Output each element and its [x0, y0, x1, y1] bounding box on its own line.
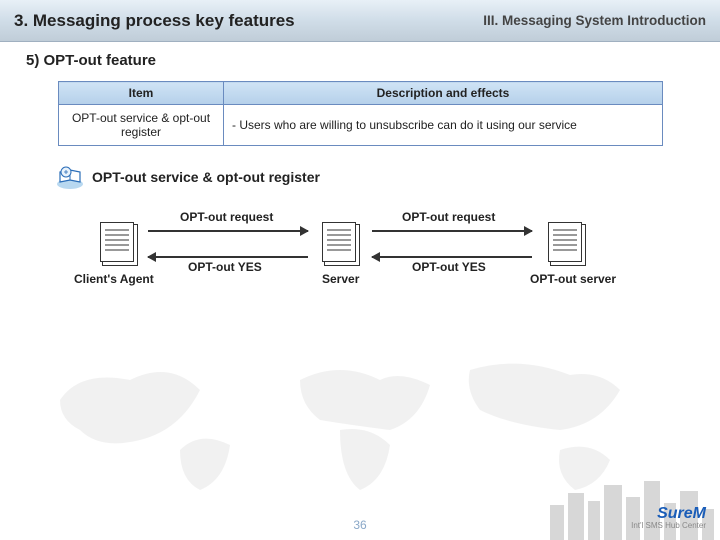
- document-icon: [548, 222, 582, 262]
- world-map-bg: [0, 330, 720, 520]
- node-optout-server: OPT-out server: [530, 272, 616, 286]
- document-icon: [100, 222, 134, 262]
- slide-header: 3. Messaging process key features III. M…: [0, 0, 720, 42]
- brand-name: SureM: [657, 505, 706, 522]
- section-heading-text: OPT-out service & opt-out register: [92, 169, 320, 185]
- node-server: Server: [322, 272, 359, 286]
- arrow-right-icon: [372, 230, 532, 232]
- title-left: 3. Messaging process key features: [14, 11, 295, 31]
- page-number: 36: [0, 518, 720, 532]
- table-header-desc: Description and effects: [224, 82, 663, 105]
- title-right: III. Messaging System Introduction: [483, 13, 706, 28]
- table-row: OPT-out service & opt-out register - Use…: [59, 105, 663, 146]
- table-header-item: Item: [59, 82, 224, 105]
- document-icon: [322, 222, 356, 262]
- subheading: 5) OPT-out feature: [0, 42, 720, 77]
- node-client-agent: Client's Agent: [74, 272, 154, 286]
- arrow-right-icon: [148, 230, 308, 232]
- brand-tagline: Int'l SMS Hub Center: [631, 522, 706, 530]
- label-yes-2: OPT-out YES: [412, 260, 486, 274]
- table-cell-item: OPT-out service & opt-out register: [59, 105, 224, 146]
- label-request-1: OPT-out request: [180, 210, 273, 224]
- flow-diagram: Client's Agent OPT-out request OPT-out Y…: [40, 200, 680, 330]
- label-request-2: OPT-out request: [402, 210, 495, 224]
- brand-logo: SureM Int'l SMS Hub Center: [631, 506, 706, 530]
- arrow-left-icon: [148, 256, 308, 258]
- section-heading: OPT-out service & opt-out register: [56, 164, 720, 190]
- description-table: Item Description and effects OPT-out ser…: [58, 81, 663, 146]
- table-cell-desc: - Users who are willing to unsubscribe c…: [224, 105, 663, 146]
- label-yes-1: OPT-out YES: [188, 260, 262, 274]
- arrow-left-icon: [372, 256, 532, 258]
- book-icon: [56, 164, 84, 190]
